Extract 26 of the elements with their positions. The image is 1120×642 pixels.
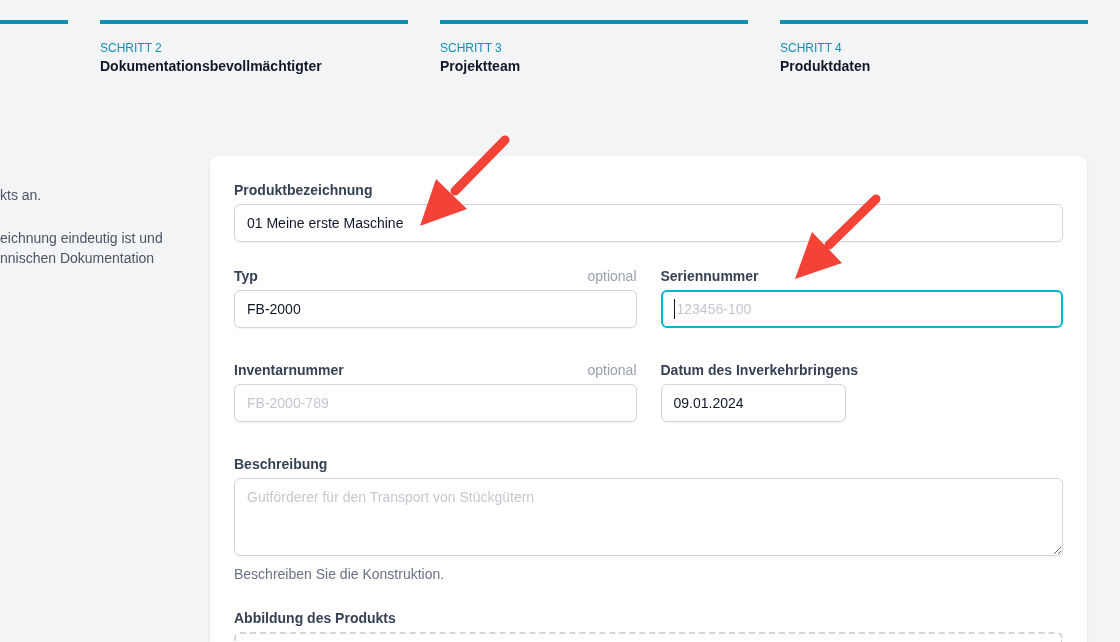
- field-label: Abbildung des Produkts: [234, 609, 396, 628]
- optional-note: optional: [587, 267, 637, 286]
- step-label: SCHRITT 4: [780, 40, 843, 56]
- field-label: Seriennummer: [660, 267, 759, 286]
- text-input[interactable]: 123456-100: [660, 290, 1063, 328]
- field-label: Datum des Inverkehrbringens: [660, 361, 859, 380]
- step-label: SCHRITT 2: [100, 40, 163, 56]
- step-label: SCHRITT 3: [440, 40, 503, 56]
- text-input[interactable]: FB-2000-789: [234, 384, 637, 422]
- help-text: Beschreiben Sie die Konstruktion.: [234, 565, 446, 584]
- field-label: Beschreibung: [234, 455, 328, 474]
- step-title: Projektteam: [440, 57, 522, 76]
- text-cursor-icon: [673, 299, 675, 319]
- step-title: Produktdaten: [780, 57, 872, 76]
- intro-paragraph: eichnung eindeutig ist und nnischen Dokumentation: [0, 229, 164, 268]
- text-input[interactable]: FB-2000: [234, 290, 637, 328]
- description-textarea[interactable]: Gutförderer für den Transport von Stückgütern: [234, 478, 1063, 556]
- date-input[interactable]: 09.01.2024: [660, 384, 846, 422]
- upload-dropzone[interactable]: [234, 632, 1063, 642]
- step-title: Dokumentationsbevollmächtigter: [100, 57, 323, 76]
- text-input[interactable]: 01 Meine erste Maschine: [234, 204, 1063, 242]
- field-label: Typ: [234, 267, 258, 286]
- field-label: Inventarnummer: [234, 361, 344, 380]
- optional-note: optional: [587, 361, 637, 380]
- field-label: Produktbezeichnung: [234, 181, 373, 200]
- intro-paragraph: kts an.: [0, 186, 43, 205]
